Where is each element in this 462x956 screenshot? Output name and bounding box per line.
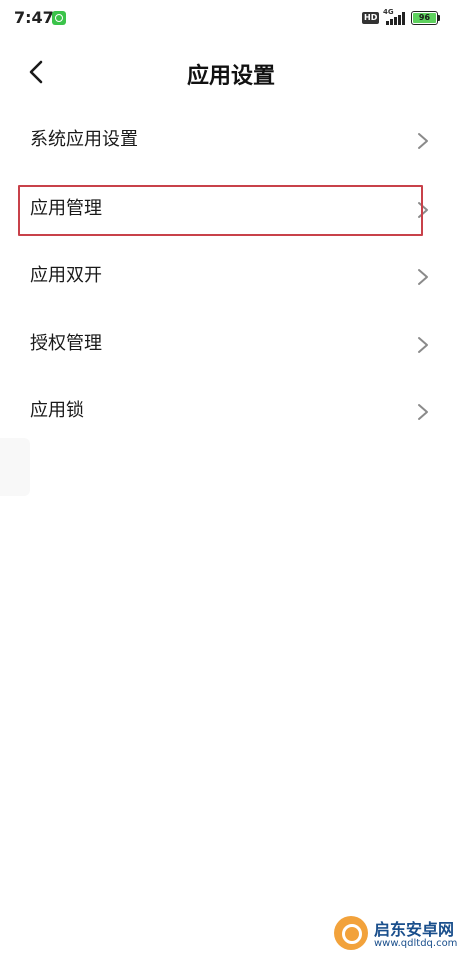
chevron-right-icon bbox=[418, 133, 428, 149]
menu-item-label: 系统应用设置 bbox=[30, 129, 138, 150]
watermark-url: www.qdltdq.com bbox=[374, 938, 458, 949]
wechat-icon bbox=[52, 11, 66, 25]
chevron-right-icon bbox=[418, 269, 428, 285]
signal-icon bbox=[386, 12, 406, 25]
battery-level: 96 bbox=[418, 13, 431, 22]
highlight-box bbox=[18, 185, 423, 236]
page-title: 应用设置 bbox=[186, 64, 275, 89]
menu-item-dual-apps[interactable]: 应用双开 bbox=[0, 244, 462, 308]
menu-item-label: 授权管理 bbox=[30, 333, 102, 354]
menu-item-permission-management[interactable]: 授权管理 bbox=[0, 312, 462, 376]
edge-floating-tab[interactable] bbox=[0, 438, 30, 496]
battery-tip bbox=[438, 15, 440, 21]
menu-item-system-app-settings[interactable]: 系统应用设置 bbox=[0, 108, 462, 172]
watermark: 启东安卓网 www.qdltdq.com bbox=[330, 912, 462, 956]
chevron-right-icon bbox=[418, 337, 428, 353]
battery-icon: 96 bbox=[411, 11, 438, 25]
watermark-title: 启东安卓网 bbox=[374, 920, 455, 939]
status-time: 7:47 bbox=[14, 8, 54, 27]
chevron-right-icon bbox=[418, 404, 428, 420]
menu-item-app-lock[interactable]: 应用锁 bbox=[0, 379, 462, 443]
watermark-logo-icon bbox=[334, 916, 368, 950]
menu-item-label: 应用锁 bbox=[30, 400, 84, 421]
status-bar: 7:47 HD 4G 96 bbox=[0, 0, 462, 36]
hd-badge: HD bbox=[362, 12, 380, 24]
menu-item-label: 应用双开 bbox=[30, 265, 102, 286]
